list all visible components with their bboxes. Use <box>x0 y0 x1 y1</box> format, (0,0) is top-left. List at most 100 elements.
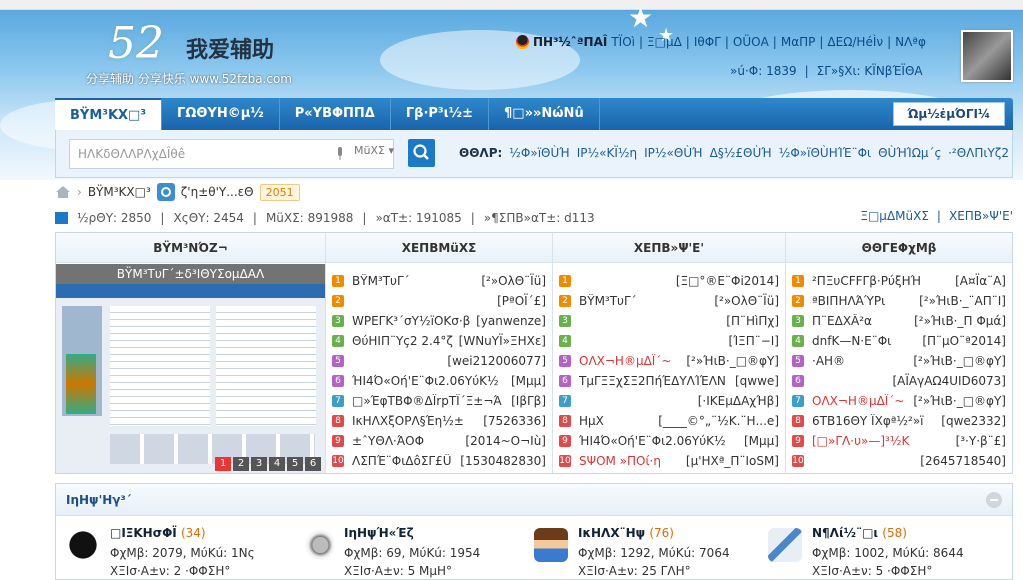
user-link[interactable]: ΤÏΟì <box>611 35 635 51</box>
thread-row[interactable]: 1 ΒŸΜ³ΤυΓ´ [²»ΟλΘ¨Ϊü] <box>332 271 546 291</box>
forum-item[interactable]: Ν¶Λί½¨□ι (58) ΦχΜβ: 1002, ΜύΚú: 8644 ΧΞΙ… <box>768 526 998 578</box>
thread-author[interactable]: [²»ΟλΘ¨Ϊü] <box>481 274 546 288</box>
thread-title[interactable]: ΒŸΜ³ΤυΓ´ <box>352 274 475 288</box>
user-link[interactable]: ΙθΦΓ <box>694 35 721 51</box>
thread-author[interactable]: [²»ΉιΒ·_□®φΥ] <box>913 354 1006 368</box>
site-logo[interactable]: 52 我爱辅助 分享辅助 分享快乐 www.52fzba.com <box>86 18 348 93</box>
thread-row[interactable]: 2 ΒŸΜ³ΤυΓ´ [²»ΟλΘ¨Ϊü] <box>559 291 779 311</box>
thread-author[interactable]: [μ'ΗΧª_Π¨ΙοSΜ] <box>686 454 779 468</box>
thread-title[interactable]: SΨΟΜ »ΠΟί·η <box>579 454 680 468</box>
thread-author[interactable]: [ΑΪΑγΑΩ4UID6073] <box>892 374 1006 388</box>
hot-link[interactable]: ½Φ»ïΘÙΉ <box>509 146 569 160</box>
thread-title[interactable]: □»ΈφΤΒΦ®ΔÏrpΤÏ´Ξ±¬Ά <box>352 394 505 408</box>
slideshow-image[interactable]: ΒŸΜ³ΤυΓ´±δ³ΙΘΥΣομΔΑΛ 1 2 3 4 5 6 <box>56 264 325 473</box>
thread-row[interactable]: 8 ΙκΗΛΧξΟΡΛ§Έη½± [7526336] <box>332 411 546 431</box>
points-link[interactable]: »ú·Φ: 1839 <box>730 64 797 78</box>
thread-title[interactable]: ΤμΓΞΞχΣΞ2ΠήΈΔΥΛΊΈΛΝ <box>579 374 729 388</box>
thread-row[interactable]: 4 dnfΚ—Ν·Ε¨Φι [Π¨μΟ¨ª2014] <box>792 331 1006 351</box>
slide-page-button[interactable]: 2 <box>233 457 249 471</box>
thread-title[interactable]: WPΕΓΚ³´σΥ½ïΟΚσ·β <box>352 314 470 328</box>
thread-row[interactable]: 3 [Π¨ΗìΠχ] <box>559 311 779 331</box>
thread-row[interactable]: 5 ΟΛΧ¬Η®μΔÏ´~ [²»ΉιΒ·_□®φΥ] <box>559 351 779 371</box>
nav-tab[interactable]: ΓΩΘΥΗ©μ½ <box>162 98 280 130</box>
slide-page-button[interactable]: 1 <box>215 457 231 471</box>
thread-title[interactable]: ΟΛΧ¬Η®μΔÏ´~ <box>579 354 680 368</box>
thread-title[interactable]: ΛΣΠΈ¨ΦιΔôΣΓ£Ü <box>352 454 454 468</box>
thread-author[interactable]: [Π¨μΟ¨ª2014] <box>922 334 1006 348</box>
forum-item[interactable]: ΙηΗψΉ«Έζ ΦχΜβ: 69, ΜύΚú: 1954 ΧΞΙσ·Α±ν: … <box>300 526 530 578</box>
slide-page-button[interactable]: 3 <box>251 457 267 471</box>
forum-item[interactable]: ΙκΗΛΧ¨Ηψ (76) ΦχΜβ: 1292, ΜύΚú: 7064 ΧΞΙ… <box>534 526 764 578</box>
user-group-link[interactable]: ΣΓ»§Χι: ΚÏΝβΈÏΘΑ <box>817 64 923 78</box>
thread-author[interactable]: [Μμμ] <box>744 434 779 448</box>
thread-row[interactable]: 4 ΘύΗΙΠ¨Υç2 2.4°ζ [WΝuΥÏ»ΞΗΧε] <box>332 331 546 351</box>
logout-link[interactable]: ΝΛªφ <box>895 35 926 51</box>
thread-row[interactable]: 5 ·ΑΗ® [²»ΉιΒ·_□®φΥ] <box>792 351 1006 371</box>
nav-tab-home[interactable]: ΒŸΜ³ΚΧ□³ <box>55 98 163 130</box>
thread-title[interactable]: ΉΙ4Ό«Οή'Ε¨Φι2.06ΥύΚ½ <box>579 434 738 448</box>
thread-row[interactable]: 9 ±ˆΥΘΛ·ΆΟΦ [2014~Ο¬Ιù] <box>332 431 546 451</box>
thread-title[interactable]: ±ˆΥΘΛ·ΆΟΦ <box>352 434 459 448</box>
thread-title[interactable]: ΘύΗΙΠ¨Υç2 2.4°ζ <box>352 334 453 348</box>
nav-tab[interactable]: ¶□»»ΝώΝû <box>489 98 600 130</box>
slide-page-button[interactable]: 4 <box>269 457 285 471</box>
thread-author[interactable]: [____©°„¨½Κ.¨Η...e] <box>658 414 779 428</box>
collapse-icon[interactable] <box>986 492 1002 508</box>
thread-author[interactable]: [qwwe] <box>735 374 779 388</box>
my-posts-link[interactable]: Ξ□μΔΜüΧΣ <box>860 209 929 223</box>
thread-row[interactable]: 2 [ΡªΟÏ´£] <box>332 291 546 311</box>
search-scope-select[interactable]: ΜüΧΣ ▾ <box>354 144 394 157</box>
thread-title[interactable]: ΒŸΜ³ΤυΓ´ <box>579 294 708 308</box>
thread-row[interactable]: 10 [2645718540] <box>792 451 1006 471</box>
thread-row[interactable]: 9 [□»ΓΛ·υ»—]³½Κ [³·Υ·β¨£] <box>792 431 1006 451</box>
thread-row[interactable]: 4 [ΊΞΠ¨−Ι] <box>559 331 779 351</box>
share-icon[interactable] <box>156 183 175 201</box>
thread-author[interactable]: [ΙβΓβ] <box>511 394 546 408</box>
thread-author[interactable]: [²»ΉιΒ·_¨ΑΠ¨Ι] <box>919 294 1006 308</box>
hot-link[interactable]: Δ§½£ΘÙΉ <box>710 146 772 160</box>
thread-row[interactable]: 10 ΛΣΠΈ¨ΦιΔôΣΓ£Ü [1530482830] <box>332 451 546 471</box>
thread-title[interactable]: ΉΙ4Ό«Οή'Ε¨Φι2.06ΥύΚ½ <box>352 374 505 388</box>
thread-title[interactable]: Π¨ΕΔΧÂ²α <box>812 314 908 328</box>
thread-author[interactable]: [Μμμ] <box>511 374 546 388</box>
thread-row[interactable]: 6 ΉΙ4Ό«Οή'Ε¨Φι2.06ΥύΚ½ [Μμμ] <box>332 371 546 391</box>
thread-row[interactable]: 10 SΨΟΜ »ΠΟί·η [μ'ΗΧª_Π¨ΙοSΜ] <box>559 451 779 471</box>
slide-page-button[interactable]: 6 <box>305 457 321 471</box>
thread-row[interactable]: 1 ²ΠΞυCFFΓβ·ΡύξΗΉ [Α¤Ïα¨Α] <box>792 271 1006 291</box>
nav-tab[interactable]: Ρ«ΥΒΦΠΠΔ <box>280 98 391 130</box>
thread-title[interactable]: ªΒΙΠΗΛΆΎΡι <box>812 294 913 308</box>
new-replies-link[interactable]: ΧΕΠΒ»Ψ'Ε' <box>949 209 1013 223</box>
category-title[interactable]: ΙηΗψ'Ηγ³´ <box>56 484 1012 516</box>
microphone-icon[interactable] <box>336 147 344 161</box>
hot-link[interactable]: ½Φ»ïΘÙΗΊΈ¨Φι <box>779 146 871 160</box>
hot-link[interactable]: ·²ΘΛΠιΥζ2 <box>948 146 1009 160</box>
nav-right-button[interactable]: Ώμ½ἐμΌΓΙ¼ <box>893 102 1005 126</box>
user-link[interactable]: ΟÜΟΑ <box>733 35 769 51</box>
thread-row[interactable]: 8 ΗμΧ [____©°„¨½Κ.¨Η...e] <box>559 411 779 431</box>
home-icon[interactable] <box>55 185 71 199</box>
thread-row[interactable]: 5 [wei212006077] <box>332 351 546 371</box>
search-button[interactable] <box>408 139 435 167</box>
thread-row[interactable]: 8 6ΤΒ16ΘΥ ΪΧφª½²»ï [qwe2332] <box>792 411 1006 431</box>
thread-row[interactable]: 2 ªΒΙΠΗΛΆΎΡι [²»ΉιΒ·_¨ΑΠ¨Ι] <box>792 291 1006 311</box>
thread-row[interactable]: 9 ΉΙ4Ό«Οή'Ε¨Φι2.06ΥύΚ½ [Μμμ] <box>559 431 779 451</box>
thread-author[interactable]: [Π¨ΗìΠχ] <box>726 314 779 328</box>
thread-row[interactable]: 3 Π¨ΕΔΧÂ²α [²»ΉιΒ·_Π Φμά] <box>792 311 1006 331</box>
thread-author[interactable]: [2014~Ο¬Ιù] <box>465 434 546 448</box>
thread-author[interactable]: [²»ΉιΒ·_□®φΥ] <box>913 394 1006 408</box>
thread-author[interactable]: [wei212006077] <box>447 354 546 368</box>
thread-row[interactable]: 6 ΤμΓΞΞχΣΞ2ΠήΈΔΥΛΊΈΛΝ [qwwe] <box>559 371 779 391</box>
forum-item[interactable]: □ΙΞΚΗσΦÏ (34) ΦχΜβ: 2079, ΜύΚú: 1Νς ΧΞΙσ… <box>66 526 296 578</box>
thread-author[interactable]: [Ξ□°®Ε¨Φi2014] <box>676 274 779 288</box>
breadcrumb-home[interactable]: ΒŸΜ³ΚΧ□³ <box>88 185 151 199</box>
thread-title[interactable]: ΗμΧ <box>579 414 652 428</box>
user-link[interactable]: ΔΕΩ/ΗéÌν <box>827 35 883 51</box>
thread-title[interactable]: ΟΛΧ¬Η®μΔÏ´~ <box>812 394 907 408</box>
thread-author[interactable]: [7526336] <box>483 414 546 428</box>
thread-author[interactable]: [²»ΟλΘ¨Ϊü] <box>714 294 779 308</box>
avatar[interactable] <box>961 30 1013 82</box>
thread-author[interactable]: [qwe2332] <box>941 414 1006 428</box>
hot-link[interactable]: ΙΡ½«ΘÙΉ <box>644 146 702 160</box>
thread-author[interactable]: [2645718540] <box>920 454 1006 468</box>
nav-tab[interactable]: Γβ·Ρ³ι½± <box>391 98 490 130</box>
